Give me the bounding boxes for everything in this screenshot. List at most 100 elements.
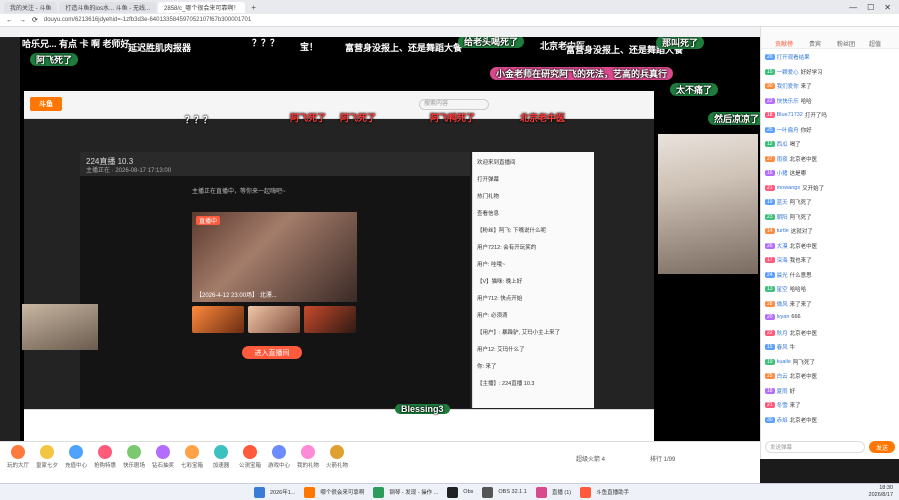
chat-message[interactable]: 25 一叶扁舟 你好 (765, 126, 897, 134)
tab-vip[interactable]: 贵宾 (809, 39, 821, 48)
gift-item[interactable]: 抢购特惠 (91, 445, 119, 469)
maximize-icon[interactable]: ☐ (867, 3, 874, 12)
chat-username[interactable]: mowangs (777, 185, 801, 191)
gift-item[interactable]: 火箭礼物 (323, 445, 351, 469)
taskbar-app-icon[interactable] (254, 486, 265, 498)
chat-username[interactable]: 朝阳 (777, 213, 788, 221)
chat-message[interactable]: 21 冬雪 来了 (765, 401, 897, 409)
chat-message[interactable]: 16 小猪 这是哪 (765, 169, 897, 177)
gift-item[interactable]: 公测宝箱 (236, 445, 264, 469)
chat-username[interactable]: 微风 (777, 300, 788, 308)
chat-message[interactable]: 27 雨夜 北京老中医 (765, 155, 897, 163)
chat-username[interactable]: Blue71732 (777, 112, 803, 118)
chat-username[interactable]: turtle (777, 228, 789, 234)
gift-item[interactable]: 游戏中心 (265, 445, 293, 469)
recommend-thumb[interactable] (248, 306, 300, 333)
tab-value[interactable]: 超值 (869, 39, 881, 48)
chat-username[interactable]: 一颗爱心 (777, 68, 799, 76)
chat-username[interactable]: 雨夜 (777, 155, 788, 163)
taskbar-app[interactable]: 钢琴 - 发现 - 操作 ... (384, 488, 443, 496)
enter-room-button[interactable]: 进入直播间 (242, 346, 302, 359)
chat-message[interactable]: 28 微风 来了来了 (765, 300, 897, 308)
chat-input[interactable]: 发送弹幕 (765, 441, 865, 453)
taskbar-app[interactable]: 哪个很会来可靠啊 (315, 488, 369, 496)
chat-message[interactable]: 17 深海 我也来了 (765, 256, 897, 264)
browser-tab-3[interactable]: 2858/c_哪个很会来可靠啊！ (158, 1, 246, 13)
chat-message[interactable]: 20 lvyan 666 (765, 314, 897, 320)
send-button[interactable]: 发送 (869, 441, 895, 453)
taskbar-app[interactable]: 斗鱼直播助手 (591, 488, 634, 496)
chat-message[interactable]: 30 我们爱你 来了 (765, 82, 897, 90)
taskbar-app-icon[interactable] (580, 486, 592, 498)
chat-username[interactable]: 白云 (777, 372, 788, 380)
gift-item[interactable]: 快乐剧场 (120, 445, 148, 469)
chat-username[interactable]: lvyan (777, 314, 790, 320)
live-player[interactable]: 主播正在直播中，等你来一起嗨吧~ 直播中 【2026-4-12 23:00场】 … (80, 176, 470, 408)
taskbar-app[interactable]: 2026年1... (265, 488, 300, 496)
browser-tab-2[interactable]: 打造斗鱼的ios水... 斗鱼 - 无线... (59, 1, 157, 13)
chat-message[interactable]: 14 turtle 这就对了 (765, 227, 897, 235)
gift-item[interactable]: 玩的大厅 (4, 445, 32, 469)
chat-message[interactable]: 23 朝阳 阿飞死了 (765, 213, 897, 221)
chat-message[interactable]: 12 西瓜 喝了 (765, 140, 897, 148)
forward-icon[interactable]: → (19, 17, 26, 24)
chat-username[interactable]: 蓝天 (777, 198, 788, 206)
gift-item[interactable]: 七彩宝箱 (178, 445, 206, 469)
taskbar-app-icon[interactable] (535, 486, 547, 498)
taskbar-app[interactable]: OBS 32.1.1 (493, 489, 531, 495)
tab-contribution[interactable]: 贡献榜 (775, 39, 793, 48)
gift-item[interactable]: 充值中心 (62, 445, 90, 469)
chat-message[interactable]: 26 大漠 北京老中医 (765, 242, 897, 250)
taskbar-app-icon[interactable] (304, 486, 316, 498)
recommend-thumb[interactable] (192, 306, 244, 333)
chat-message[interactable]: 13 星空 哈哈哈 (765, 285, 897, 293)
chat-message[interactable]: 15 春风牛 (765, 343, 897, 351)
gift-item[interactable]: 我的礼物 (294, 445, 322, 469)
chat-message[interactable]: 15 一颗爱心 好好学习 (765, 68, 897, 76)
new-tab-button[interactable]: + (247, 3, 260, 12)
chat-message[interactable]: 19 kuaile 阿飞死了 (765, 358, 897, 366)
gift-item[interactable]: 加速器 (207, 445, 235, 469)
chat-message[interactable]: 21 mowangs 又开始了 (765, 184, 897, 192)
preview-video[interactable]: 直播中 【2026-4-12 23:00场】 北漂... (192, 212, 357, 302)
recommend-thumb[interactable] (304, 306, 356, 333)
reload-icon[interactable]: ⟳ (32, 16, 38, 24)
chat-message[interactable]: 24 晨光 什么意思 (765, 271, 897, 279)
taskbar-app[interactable]: Obs (458, 489, 478, 495)
chat-username[interactable]: 西瓜 (777, 140, 788, 148)
chat-message[interactable]: 19 蓝天 阿飞死了 (765, 198, 897, 206)
taskbar-app-icon[interactable] (373, 486, 385, 498)
chat-username[interactable]: 赤焰 (777, 416, 788, 424)
chat-message[interactable]: 18 夏雨好 (765, 387, 897, 395)
chat-username[interactable]: 夏雨 (777, 387, 788, 395)
chat-username[interactable]: 春风 (777, 343, 788, 351)
chat-username[interactable]: 冬雪 (777, 401, 788, 409)
chat-username[interactable]: 一叶扁舟 (777, 126, 799, 134)
chat-message[interactable]: 20 打开观看结果 (765, 53, 897, 61)
chat-message[interactable]: 22 秋月 北京老中医 (765, 329, 897, 337)
chat-username[interactable]: 打开观看结果 (777, 53, 810, 61)
url-field[interactable]: douyu.com/6213616jdyehid=-1zfb3d3e-64013… (44, 17, 251, 23)
back-icon[interactable]: ← (6, 17, 13, 24)
taskbar-app-icon[interactable] (447, 486, 459, 498)
chat-message[interactable]: 30 赤焰 北京老中医 (765, 416, 897, 424)
chat-message[interactable]: 25 白云 北京老中医 (765, 372, 897, 380)
chat-message[interactable]: 18 Blue71732 打开了吗 (765, 111, 897, 119)
chat-username[interactable]: 我们爱你 (777, 82, 799, 90)
taskbar-app-icon[interactable] (482, 486, 494, 498)
chat-username[interactable]: 大漠 (777, 242, 788, 250)
chat-username[interactable]: kuaile (777, 359, 791, 365)
gift-item[interactable]: 皇家七夕 (33, 445, 61, 469)
inner-search-input[interactable]: 搜索内容 (419, 99, 489, 110)
browser-tab-1[interactable]: 我的关注 - 斗鱼 (4, 1, 58, 13)
tab-fans[interactable]: 粉丝团 (837, 39, 855, 48)
chat-username[interactable]: 星空 (777, 285, 788, 293)
chat-username[interactable]: 晨光 (777, 271, 788, 279)
taskbar-app[interactable]: 直播 (1) (547, 488, 576, 496)
minimize-icon[interactable]: — (849, 3, 857, 12)
close-icon[interactable]: ✕ (884, 3, 891, 12)
chat-username[interactable]: 秋月 (777, 329, 788, 337)
chat-username[interactable]: 快快乐乐 (777, 97, 799, 105)
gift-item[interactable]: 钻石抽奖 (149, 445, 177, 469)
chat-username[interactable]: 小猪 (777, 169, 788, 177)
